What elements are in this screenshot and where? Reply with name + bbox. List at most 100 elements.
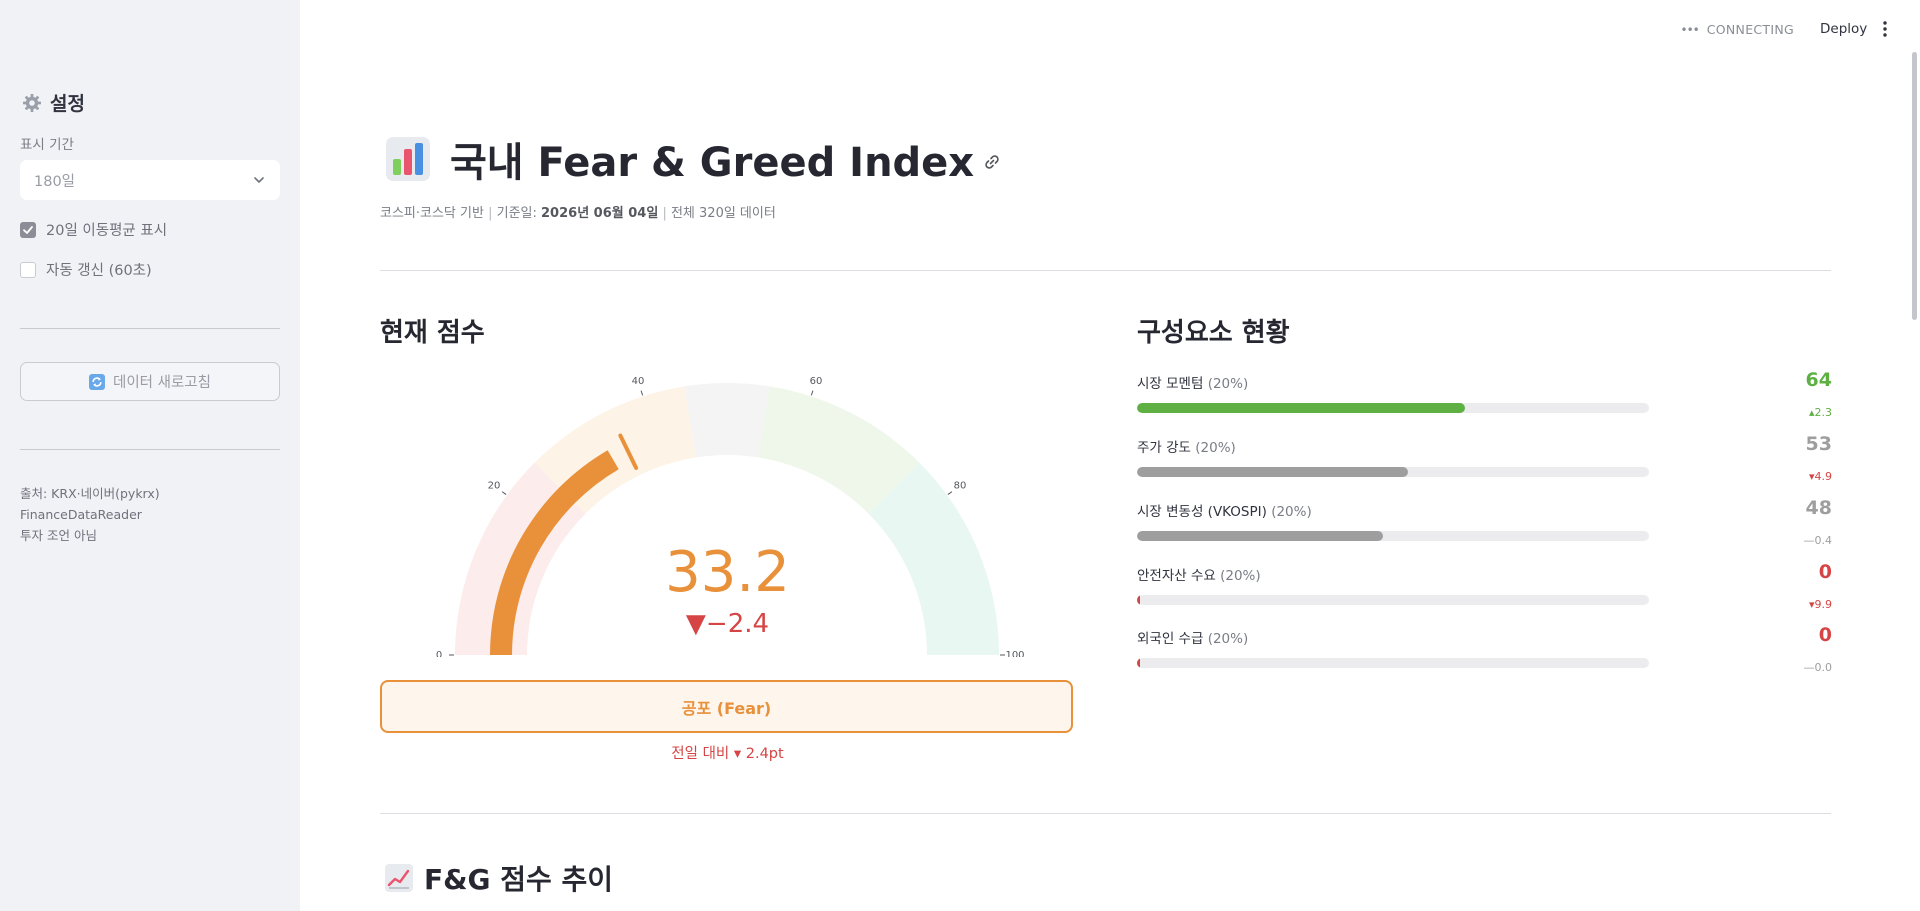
prev-day-compare: 전일 대비 ▾ 2.4pt — [671, 746, 784, 762]
component-weight: (20%) — [1220, 568, 1261, 584]
component-name: 시장 모멘텀 (20%) — [1137, 372, 1248, 392]
gauge-tick-label: 0 — [436, 650, 442, 657]
component-name: 외국인 수급 (20%) — [1137, 627, 1248, 647]
source-note: 출처: KRX·네이버(pykrx) FinanceDataReader 투자 … — [20, 483, 285, 546]
component-name-text: 안전자산 수요 — [1137, 568, 1216, 584]
component-score: 0 — [1818, 561, 1832, 583]
component-weight: (20%) — [1271, 504, 1312, 520]
component-bar-track — [1137, 531, 1649, 541]
gauge-band — [684, 383, 770, 458]
refresh-data-label: 데이터 새로고침 — [113, 375, 211, 391]
page-title: 국내 Fear & Greed Index — [384, 130, 1002, 188]
trend-title: F&G 점수 추이 — [384, 858, 613, 898]
deploy-button[interactable]: Deploy — [1820, 21, 1867, 37]
gear-icon — [23, 93, 41, 112]
component-change: —0.0 — [1803, 661, 1833, 674]
component-name-text: 시장 모멘텀 — [1137, 376, 1204, 392]
scrollbar[interactable] — [1912, 52, 1917, 320]
page-title-text: 국내 Fear & Greed Index — [450, 140, 975, 186]
caption-date-label: 기준일: — [496, 206, 537, 221]
component-row: 시장 모멘텀 (20%) 64 ▴2.3 — [1137, 369, 1832, 422]
component-bar-fill — [1137, 658, 1141, 668]
more-menu-icon[interactable] — [1882, 20, 1888, 38]
component-change: ▴2.3 — [1808, 406, 1832, 419]
gauge-tick-mark — [640, 390, 644, 396]
period-select-value: 180일 — [34, 173, 76, 190]
source-line: 출처: KRX·네이버(pykrx) FinanceDataReader — [20, 486, 160, 522]
gauge-tick-mark — [501, 491, 507, 495]
auto-refresh-checkbox-label: 자동 갱신 (60초) — [46, 263, 152, 279]
component-change: ▾4.9 — [1808, 470, 1832, 483]
ma-checkbox[interactable] — [20, 221, 36, 238]
trend-chart-icon — [385, 864, 413, 892]
component-weight: (20%) — [1195, 440, 1236, 456]
sidebar-title: 설정 — [22, 89, 85, 116]
auto-refresh-checkbox-row[interactable]: 자동 갱신 (60초) — [20, 259, 152, 280]
component-row: 주가 강도 (20%) 53 ▾4.9 — [1137, 433, 1832, 486]
dots-icon: ••• — [1680, 22, 1700, 37]
disclaimer-line: 투자 조언 아님 — [20, 528, 97, 543]
component-change: —0.4 — [1803, 534, 1833, 547]
bar-chart-icon — [386, 137, 430, 181]
divider — [380, 270, 1831, 271]
check-icon — [23, 225, 33, 234]
refresh-icon — [89, 373, 105, 390]
ma-checkbox-label: 20일 이동평균 표시 — [46, 223, 168, 239]
caption-date: 2026년 06월 04일 — [541, 206, 659, 221]
chevron-down-icon — [254, 177, 264, 183]
gauge-tick-mark — [947, 491, 953, 495]
component-weight: (20%) — [1207, 631, 1249, 647]
component-score: 0 — [1818, 624, 1832, 646]
connection-status-text: CONNECTING — [1706, 22, 1794, 37]
divider — [380, 813, 1831, 814]
caption-total: 전체 320일 데이터 — [670, 206, 776, 221]
component-score: 64 — [1805, 369, 1832, 391]
component-bar-fill — [1137, 403, 1465, 413]
component-bar-fill — [1137, 531, 1383, 541]
component-name-text: 주가 강도 — [1137, 440, 1191, 456]
gauge-tick-label: 80 — [954, 481, 967, 492]
component-bar-fill — [1137, 595, 1141, 605]
current-score-value: 33.2 — [665, 540, 790, 605]
period-select[interactable]: 180일 — [20, 160, 280, 200]
component-score: 48 — [1805, 497, 1832, 519]
sentiment-label: 공포 (Fear) — [380, 680, 1073, 733]
auto-refresh-checkbox[interactable] — [20, 261, 36, 278]
ma-checkbox-row[interactable]: 20일 이동평균 표시 — [20, 219, 167, 240]
component-row: 외국인 수급 (20%) 0 —0.0 — [1137, 624, 1833, 677]
link-icon[interactable] — [982, 152, 1002, 172]
gauge-tick-mark — [810, 390, 814, 396]
component-name-text: 시장 변동성 (VKOSPI) — [1137, 504, 1267, 520]
component-bar-track — [1137, 658, 1649, 668]
component-bar-fill — [1137, 467, 1409, 477]
refresh-data-button[interactable]: 데이터 새로고침 — [20, 362, 280, 401]
sidebar-title-text: 설정 — [50, 93, 85, 115]
sidebar-divider — [20, 449, 280, 450]
page-caption: 코스피·코스닥 기반 | 기준일: 2026년 06월 04일 | 전체 320… — [380, 206, 776, 221]
component-name-text: 외국인 수급 — [1137, 631, 1204, 647]
period-label: 표시 기간 — [20, 137, 74, 153]
component-change: ▾9.9 — [1808, 598, 1832, 611]
gauge-tick-label: 40 — [632, 376, 645, 387]
caption-prefix: 코스피·코스닥 기반 — [380, 206, 484, 221]
component-name: 안전자산 수요 (20%) — [1137, 564, 1261, 584]
connection-status: ••• CONNECTING — [1681, 22, 1795, 37]
sentiment-label-text: 공포 (Fear) — [681, 698, 772, 718]
gauge-tick-label: 20 — [488, 481, 501, 492]
component-bar-track — [1137, 467, 1649, 477]
sidebar: 설정 표시 기간 180일 20일 이동평균 표시 자동 갱신 (60초) 데이… — [0, 0, 300, 911]
component-bar-track — [1137, 595, 1649, 605]
gauge-tick-label: 60 — [810, 376, 823, 387]
component-score: 53 — [1805, 433, 1832, 455]
current-score-title: 현재 점수 — [380, 318, 485, 348]
gauge-tick-label: 100 — [1005, 650, 1024, 657]
sidebar-divider — [20, 328, 280, 329]
component-weight: (20%) — [1207, 376, 1249, 392]
component-row: 시장 변동성 (VKOSPI) (20%) 48 —0.4 — [1137, 497, 1833, 550]
trend-title-text: F&G 점수 추이 — [424, 863, 614, 896]
component-bar-track — [1137, 403, 1649, 413]
current-score-delta: ▼−2.4 — [685, 609, 770, 639]
component-name: 주가 강도 (20%) — [1137, 436, 1236, 456]
components-title: 구성요소 현황 — [1137, 318, 1290, 348]
component-name: 시장 변동성 (VKOSPI) (20%) — [1137, 500, 1312, 520]
